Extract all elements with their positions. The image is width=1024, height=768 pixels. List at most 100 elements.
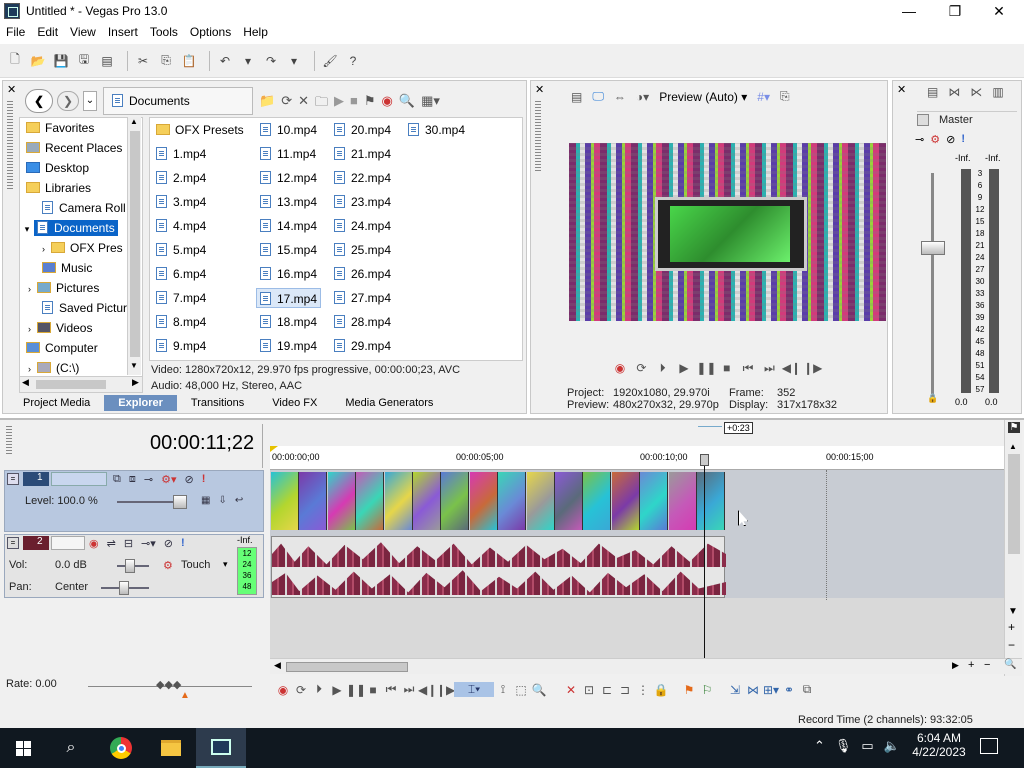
timeline-vertical-scrollbar[interactable]: ⚑ ▲ ▼ + − <box>1004 420 1022 676</box>
menu-view[interactable]: View <box>64 25 102 39</box>
audio-event-strip[interactable] <box>271 536 726 598</box>
mute-icon[interactable]: ⊘ <box>164 537 173 550</box>
microphone-icon[interactable]: 🎙 <box>835 738 852 754</box>
cut-icon[interactable]: ✂ <box>134 52 152 70</box>
file-item[interactable]: 26.mp4 <box>334 264 391 284</box>
zoom-out-vertical-icon[interactable]: − <box>1008 638 1015 652</box>
auto-ripple-icon[interactable]: ⊞▾ <box>762 683 780 697</box>
tab-explorer[interactable]: Explorer <box>104 395 177 411</box>
menu-help[interactable]: Help <box>237 25 274 39</box>
file-item[interactable]: 20.mp4 <box>334 120 391 140</box>
views-icon[interactable]: ▦▾ <box>421 93 440 115</box>
file-item[interactable]: 11.mp4 <box>260 144 316 164</box>
tree-computer[interactable]: Computer <box>26 338 98 358</box>
tree-pictures[interactable]: › Pictures <box>28 278 99 298</box>
minimize-button[interactable]: — <box>886 0 932 22</box>
file-item[interactable]: 16.mp4 <box>260 264 317 284</box>
lock-icon[interactable]: 🔒 <box>927 393 938 404</box>
back-button[interactable]: ❮ <box>25 89 53 113</box>
file-item[interactable]: 27.mp4 <box>334 288 391 308</box>
zoom-tool-icon[interactable]: 🔍 <box>1004 659 1016 670</box>
file-item[interactable]: OFX Presets <box>156 120 244 140</box>
menu-insert[interactable]: Insert <box>102 25 144 39</box>
auto-crossfades-icon[interactable]: ⋈ <box>744 683 762 697</box>
file-item[interactable]: 2.mp4 <box>156 168 206 188</box>
file-item[interactable]: 18.mp4 <box>260 312 317 332</box>
new-folder-icon[interactable]: 🗀 <box>315 93 328 115</box>
pause-icon[interactable]: ❚❚ <box>346 683 366 697</box>
automation-dropdown-icon[interactable]: ▾ <box>223 559 228 570</box>
file-item[interactable]: 10.mp4 <box>260 120 317 140</box>
save-icon[interactable]: 💾 <box>52 52 70 70</box>
history-dropdown-icon[interactable]: ⌄ <box>83 91 97 111</box>
prev-frame-icon[interactable]: ◀❙ <box>418 683 437 697</box>
search-icon[interactable]: ⌕ <box>46 728 96 768</box>
file-item[interactable]: 24.mp4 <box>334 216 391 236</box>
file-item[interactable]: 8.mp4 <box>156 312 206 332</box>
up-folder-icon[interactable]: 📁 <box>259 93 275 115</box>
file-item[interactable]: 14.mp4 <box>260 216 317 236</box>
scroll-down-icon[interactable]: ▼ <box>1008 606 1018 617</box>
tree-camera-roll[interactable]: Camera Roll <box>42 198 126 218</box>
tree-documents[interactable]: ▾ Documents <box>20 218 142 238</box>
play-icon[interactable]: ▶ <box>675 361 693 375</box>
go-to-end-icon[interactable]: ⏭ <box>760 361 778 376</box>
track-list-divider[interactable] <box>262 424 268 468</box>
tree-horizontal-scrollbar[interactable]: ◀ ▶ <box>20 376 142 392</box>
open-icon[interactable]: 📂 <box>29 52 47 70</box>
file-item[interactable]: 12.mp4 <box>260 168 317 188</box>
region-icon[interactable]: ◉ <box>382 93 393 115</box>
tree-saved-pictures[interactable]: Saved Pictur <box>42 298 127 318</box>
preview-quality-dropdown[interactable]: Preview (Auto) ▾ <box>659 90 747 104</box>
dim-icon[interactable]: ⋉ <box>970 85 982 99</box>
play-icon[interactable]: ▶ <box>328 683 346 697</box>
invert-phase-icon[interactable]: ⇌ <box>107 537 116 550</box>
location-box[interactable]: Documents <box>103 87 253 115</box>
properties-icon[interactable]: ▤ <box>571 90 582 104</box>
notifications-icon[interactable] <box>980 738 998 754</box>
enable-snapping-icon[interactable]: ⇲ <box>726 683 744 697</box>
redo-icon[interactable]: ↷ <box>262 52 280 70</box>
trim-icon[interactable]: ⊡ <box>580 683 598 697</box>
overlays-icon[interactable]: #▾ <box>757 90 770 104</box>
panel-close-icon[interactable]: ✕ <box>7 83 16 96</box>
solo-icon[interactable]: ! <box>202 473 206 486</box>
file-item[interactable]: 23.mp4 <box>334 192 391 212</box>
file-item[interactable]: 3.mp4 <box>156 192 206 212</box>
zoom-in-vertical-icon[interactable]: + <box>1008 620 1015 634</box>
delete-icon[interactable]: ✕ <box>562 683 580 697</box>
menu-options[interactable]: Options <box>184 25 237 39</box>
mixer-icon[interactable]: ▥ <box>992 85 1003 99</box>
track-fx-icon[interactable]: ⚙▾ <box>161 473 176 486</box>
vegas-taskbar-icon[interactable] <box>196 728 246 768</box>
file-item[interactable]: 28.mp4 <box>334 312 391 332</box>
video-event-strip[interactable] <box>271 472 725 530</box>
video-track-header[interactable]: = 1 ⧉ ⧈ ⊸ ⚙▾ ⊘ ! Level: 100.0 % ▦ ⇩ ↩ <box>4 470 264 532</box>
show-hidden-icons-icon[interactable]: ⌃ <box>814 738 825 754</box>
new-icon[interactable]: 🗋 <box>6 52 24 70</box>
ignore-grouping-icon[interactable]: ⧉ <box>798 682 816 697</box>
playhead-cursor[interactable] <box>704 454 705 658</box>
tree-favorites[interactable]: Favorites <box>26 118 94 138</box>
automation-icon[interactable]: ⚙ <box>163 559 173 572</box>
parent-icon[interactable]: ↩ <box>235 495 243 506</box>
lock-icon[interactable]: 🔒 <box>652 683 670 697</box>
split-icon[interactable]: ⋮ <box>634 683 652 697</box>
playhead-handle[interactable] <box>700 454 709 466</box>
tab-transitions[interactable]: Transitions <box>177 395 258 411</box>
volume-icon[interactable]: 🔈 <box>884 738 900 754</box>
tree-libraries[interactable]: Libraries <box>26 178 91 198</box>
arm-record-icon[interactable]: ◉ <box>89 537 99 550</box>
pause-icon[interactable]: ❚❚ <box>696 361 716 375</box>
insert-marker-icon[interactable]: ⚑ <box>680 683 698 697</box>
clock[interactable]: 6:04 AM 4/22/2023 <box>908 731 970 759</box>
tree-desktop[interactable]: Desktop <box>26 158 89 178</box>
go-to-end-icon[interactable]: ⏭ <box>400 682 418 697</box>
expand-icon[interactable]: ⇩ <box>218 495 226 506</box>
tree-recent-places[interactable]: Recent Places <box>26 138 122 158</box>
collapse-track-icon[interactable]: = <box>7 537 19 549</box>
scroll-left-icon[interactable]: ◀ <box>274 660 281 671</box>
delete-icon[interactable]: ✕ <box>298 93 309 115</box>
audio-track-name-field[interactable] <box>51 536 85 550</box>
copy-icon[interactable]: ⎘ <box>157 52 175 70</box>
